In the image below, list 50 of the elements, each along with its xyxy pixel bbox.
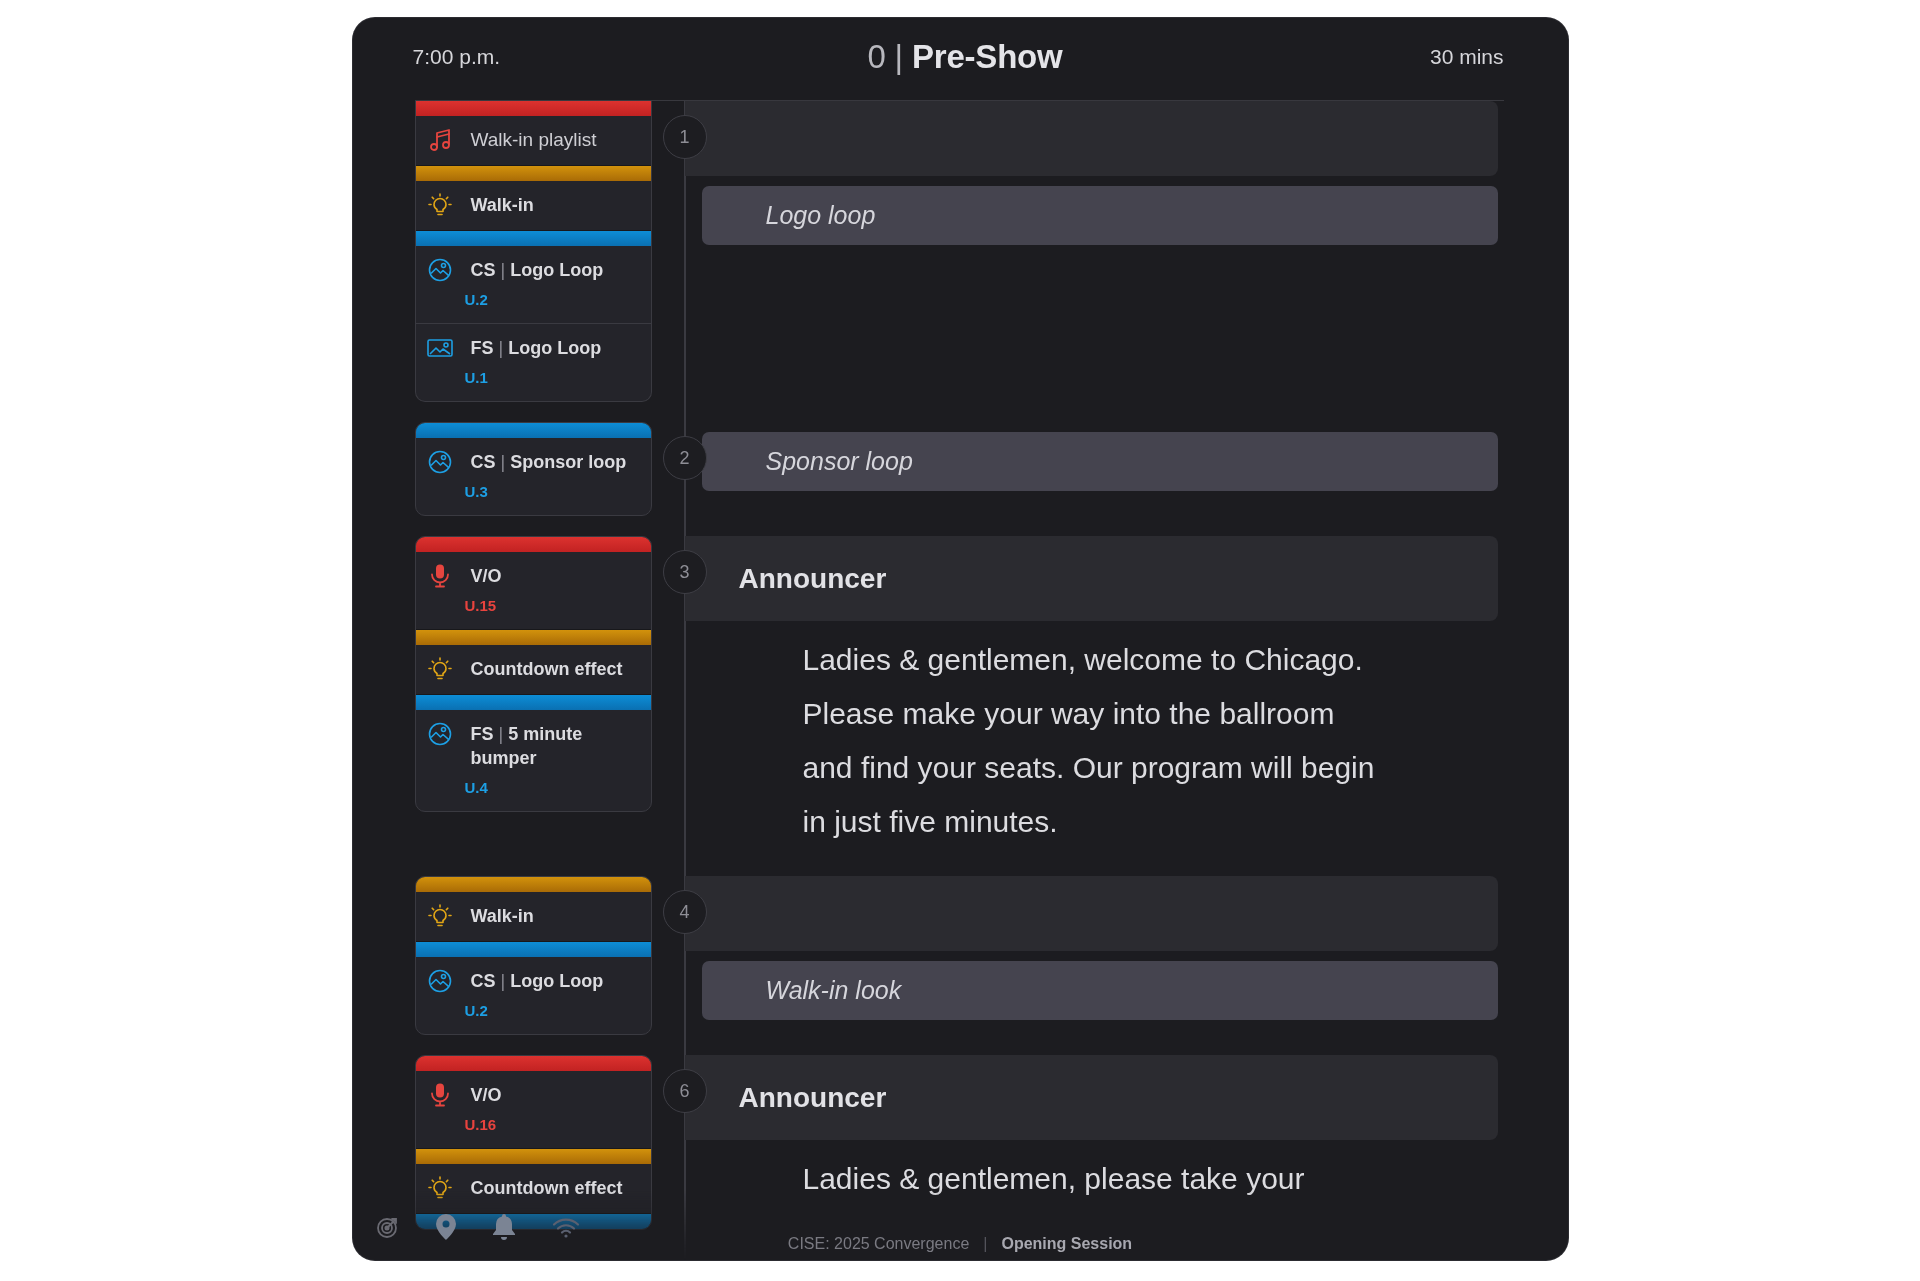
lightbulb-icon [426, 657, 453, 681]
current-time: 7:00 p.m. [412, 45, 501, 69]
location-pin-icon[interactable] [435, 1214, 456, 1240]
lightbulb-icon [426, 193, 453, 217]
cue-heading: Announcer [738, 1081, 887, 1114]
cue-title: Walk-in playlist [470, 128, 597, 152]
wifi-icon[interactable] [551, 1216, 580, 1238]
target-icon[interactable] [375, 1215, 400, 1239]
cue-number: 3 [662, 550, 707, 594]
segment-duration: 30 mins [1429, 45, 1504, 69]
cue-title: Walk-in [470, 194, 534, 217]
circled-image-icon [426, 258, 453, 282]
cue-code: U.4 [464, 778, 488, 798]
note-banner: Sponsor loop [701, 432, 1498, 491]
lightbulb-icon [426, 1176, 453, 1200]
cue-title: Countdown effect [470, 658, 623, 681]
cue-code: U.2 [464, 1001, 488, 1021]
cue-title: CS | Logo Loop [470, 970, 604, 993]
cue-number: 2 [662, 436, 707, 480]
cue-code: U.2 [464, 290, 488, 310]
circled-image-icon [426, 722, 453, 746]
cue-title: Walk-in [470, 905, 534, 928]
cue-code: U.3 [464, 482, 488, 502]
note-banner: Walk-in look [701, 961, 1498, 1020]
cue-heading: Announcer [738, 562, 887, 595]
cue-code: U.15 [464, 596, 497, 616]
circled-image-icon [426, 450, 453, 474]
event-name: CISE: 2025 Convergence [787, 1234, 970, 1254]
cue-title: CS | Sponsor loop [470, 451, 627, 474]
cue-title: Countdown effect [470, 1177, 623, 1200]
footer-separator: | [983, 1234, 988, 1254]
cue-title: FS | Logo Loop [470, 337, 602, 360]
lightbulb-icon [426, 904, 453, 928]
segment-title: 0 | Pre-Show [867, 38, 1063, 76]
cue-number: 4 [662, 890, 707, 934]
cue-number: 6 [662, 1069, 707, 1113]
cue-title: CS | Logo Loop [470, 259, 604, 282]
bell-icon[interactable] [491, 1214, 516, 1240]
circled-image-icon [426, 969, 453, 993]
cue-title: FS | 5 minute bumper [470, 723, 584, 770]
script-text: Ladies & gentlemen, welcome to Chicago. Please make your way into the ballroom and find your seats. Our program will begin in just five minutes. [802, 642, 1376, 840]
cue-title: V/O [470, 565, 502, 588]
script-text: Ladies & gentlemen, please take your [802, 1161, 1305, 1197]
note-banner: Logo loop [701, 186, 1498, 245]
cue-title: V/O [470, 1084, 502, 1107]
image-icon [426, 339, 453, 357]
cue-code: U.1 [464, 368, 488, 388]
cue-number: 1 [662, 115, 707, 159]
cue-code: U.16 [464, 1115, 497, 1135]
session-name: Opening Session [1001, 1234, 1133, 1254]
